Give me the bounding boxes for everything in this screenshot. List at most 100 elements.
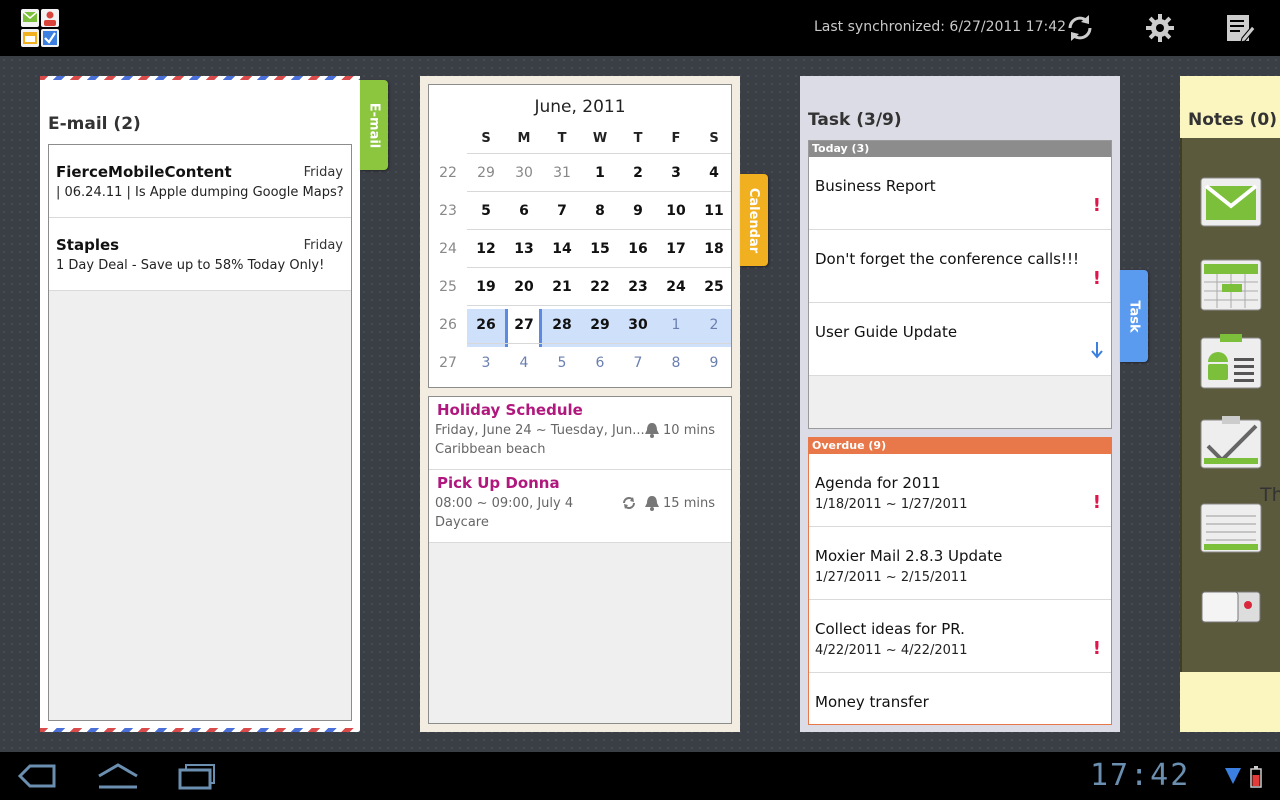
calendar-day[interactable]: 29 xyxy=(581,317,619,333)
moxier-app-icon[interactable] xyxy=(20,8,60,48)
battery-icon xyxy=(1250,766,1262,792)
calendar-row-divider xyxy=(467,191,731,192)
calendar-day[interactable]: 14 xyxy=(543,241,581,257)
calendar-day[interactable]: 19 xyxy=(467,279,505,295)
weekday-header: M xyxy=(517,131,531,146)
calendar-day[interactable]: 18 xyxy=(695,241,733,257)
tab-task[interactable]: Task xyxy=(1120,270,1148,362)
calendar-day[interactable]: 5 xyxy=(543,355,581,371)
calendar-day[interactable]: 3 xyxy=(467,355,505,371)
calendar-day[interactable]: 2 xyxy=(619,165,657,181)
calendar-day[interactable]: 12 xyxy=(467,241,505,257)
today-section-header: Today (3) xyxy=(809,141,1111,157)
calendar-day[interactable]: 2 xyxy=(695,317,733,333)
tasks-checklist-icon[interactable] xyxy=(1200,414,1262,474)
weekday-header: T xyxy=(557,131,567,146)
calendar-panel: June, 2011 S M T W T F S 22 29 30 31 1 2 3 4 23 5 6 7 8 9 10 1… xyxy=(420,76,740,732)
recent-apps-icon[interactable] xyxy=(176,762,218,794)
calendar-row-divider xyxy=(467,267,731,268)
calendar-day[interactable]: 11 xyxy=(695,203,733,219)
event-list-item[interactable]: Pick Up Donna 08:00 ~ 09:00, July 4 Dayc… xyxy=(429,470,731,543)
task-list-item[interactable]: Agenda for 2011 1/18/2011 ~ 1/27/2011 ! xyxy=(809,454,1111,527)
calendar-day[interactable]: 24 xyxy=(657,279,695,295)
tab-email[interactable]: E-mail xyxy=(360,80,388,170)
weekday-header: T xyxy=(633,131,643,146)
event-list-item[interactable]: Holiday Schedule Friday, June 24 ~ Tuesd… xyxy=(429,397,731,470)
compose-note-icon[interactable] xyxy=(1224,12,1256,44)
calendar-day[interactable]: 22 xyxy=(581,279,619,295)
task-list-item[interactable]: Collect ideas for PR. 4/22/2011 ~ 4/22/2… xyxy=(809,600,1111,673)
calendar-day[interactable]: 30 xyxy=(619,317,657,333)
calendar-day[interactable]: 1 xyxy=(581,165,619,181)
notes-panel-title: Notes (0) xyxy=(1188,110,1277,130)
calendar-app-icon[interactable] xyxy=(1200,254,1262,316)
calendar-day[interactable]: 4 xyxy=(695,165,733,181)
task-name: Moxier Mail 2.8.3 Update xyxy=(815,547,1003,565)
calendar-day[interactable]: 25 xyxy=(695,279,733,295)
calendar-day[interactable]: 3 xyxy=(657,165,695,181)
android-contacts-icon[interactable] xyxy=(1200,334,1262,394)
dock-overflow-text: Th xyxy=(1260,484,1280,506)
calendar-day[interactable]: 6 xyxy=(505,203,543,219)
calendar-day[interactable]: 16 xyxy=(619,241,657,257)
calendar-day[interactable]: 4 xyxy=(505,355,543,371)
task-name: Collect ideas for PR. xyxy=(815,620,965,638)
calendar-day[interactable]: 1 xyxy=(657,317,695,333)
notes-panel: Notes (0) Th xyxy=(1180,76,1280,732)
task-panel: Task (3/9) Today (3) Business Report ! D… xyxy=(800,76,1120,732)
calendar-day[interactable]: 9 xyxy=(619,203,657,219)
high-priority-icon: ! xyxy=(1092,268,1101,289)
calendar-day[interactable]: 28 xyxy=(543,317,581,333)
last-synchronized-label: Last synchronized: 6/27/2011 17:42 xyxy=(814,19,1067,35)
settings-gear-icon[interactable] xyxy=(1144,12,1176,44)
calendar-day[interactable]: 8 xyxy=(581,203,619,219)
event-location: Caribbean beach xyxy=(435,442,546,457)
email-panel-title: E-mail (2) xyxy=(48,114,141,134)
back-icon[interactable] xyxy=(16,762,58,794)
calendar-day[interactable]: 9 xyxy=(695,355,733,371)
system-navigation-bar: 17:42 xyxy=(0,752,1280,800)
email-list-item[interactable]: Staples Friday 1 Day Deal - Save up to 5… xyxy=(49,218,351,291)
calendar-day[interactable]: 13 xyxy=(505,241,543,257)
calendar-day[interactable]: 7 xyxy=(619,355,657,371)
high-priority-icon: ! xyxy=(1092,492,1101,513)
calendar-day[interactable]: 8 xyxy=(657,355,695,371)
system-clock: 17:42 xyxy=(1090,758,1191,793)
calendar-day[interactable]: 17 xyxy=(657,241,695,257)
task-name: Business Report xyxy=(815,177,936,195)
calendar-row-divider xyxy=(467,153,731,154)
sync-icon[interactable] xyxy=(1064,12,1096,44)
task-list-item[interactable]: Money transfer xyxy=(809,673,1111,724)
bell-icon xyxy=(643,421,661,443)
calendar-day[interactable]: 29 xyxy=(467,165,505,181)
task-list-item[interactable]: User Guide Update xyxy=(809,303,1111,376)
calendar-day[interactable]: 15 xyxy=(581,241,619,257)
calendar-day[interactable]: 5 xyxy=(467,203,505,219)
email-list-item[interactable]: FierceMobileContent Friday | 06.24.11 | … xyxy=(49,145,351,218)
mail-app-icon[interactable] xyxy=(1200,174,1262,232)
calendar-month-title[interactable]: June, 2011 xyxy=(429,97,731,117)
notes-pad-icon[interactable] xyxy=(1200,500,1262,558)
tab-calendar[interactable]: Calendar xyxy=(740,174,768,266)
overdue-section-header: Overdue (9) xyxy=(809,438,1111,454)
home-icon[interactable] xyxy=(96,762,140,794)
calendar-day[interactable]: 30 xyxy=(505,165,543,181)
calendar-day[interactable]: 23 xyxy=(619,279,657,295)
weekday-header: F xyxy=(671,131,681,146)
calendar-day[interactable]: 21 xyxy=(543,279,581,295)
calendar-day[interactable]: 27 xyxy=(505,317,543,333)
week-number: 23 xyxy=(439,203,457,219)
event-reminder: 10 mins xyxy=(663,423,715,438)
toggle-switch-icon[interactable] xyxy=(1200,590,1262,630)
task-list-item[interactable]: Moxier Mail 2.8.3 Update 1/27/2011 ~ 2/1… xyxy=(809,527,1111,600)
task-panel-title: Task (3/9) xyxy=(808,110,902,130)
calendar-day[interactable]: 7 xyxy=(543,203,581,219)
task-name: Agenda for 2011 xyxy=(815,474,941,492)
calendar-day[interactable]: 20 xyxy=(505,279,543,295)
calendar-day[interactable]: 10 xyxy=(657,203,695,219)
calendar-day[interactable]: 26 xyxy=(467,317,505,333)
calendar-day[interactable]: 31 xyxy=(543,165,581,181)
calendar-day[interactable]: 6 xyxy=(581,355,619,371)
task-list-item[interactable]: Business Report ! xyxy=(809,157,1111,230)
task-list-item[interactable]: Don't forget the conference calls!!! ! xyxy=(809,230,1111,303)
